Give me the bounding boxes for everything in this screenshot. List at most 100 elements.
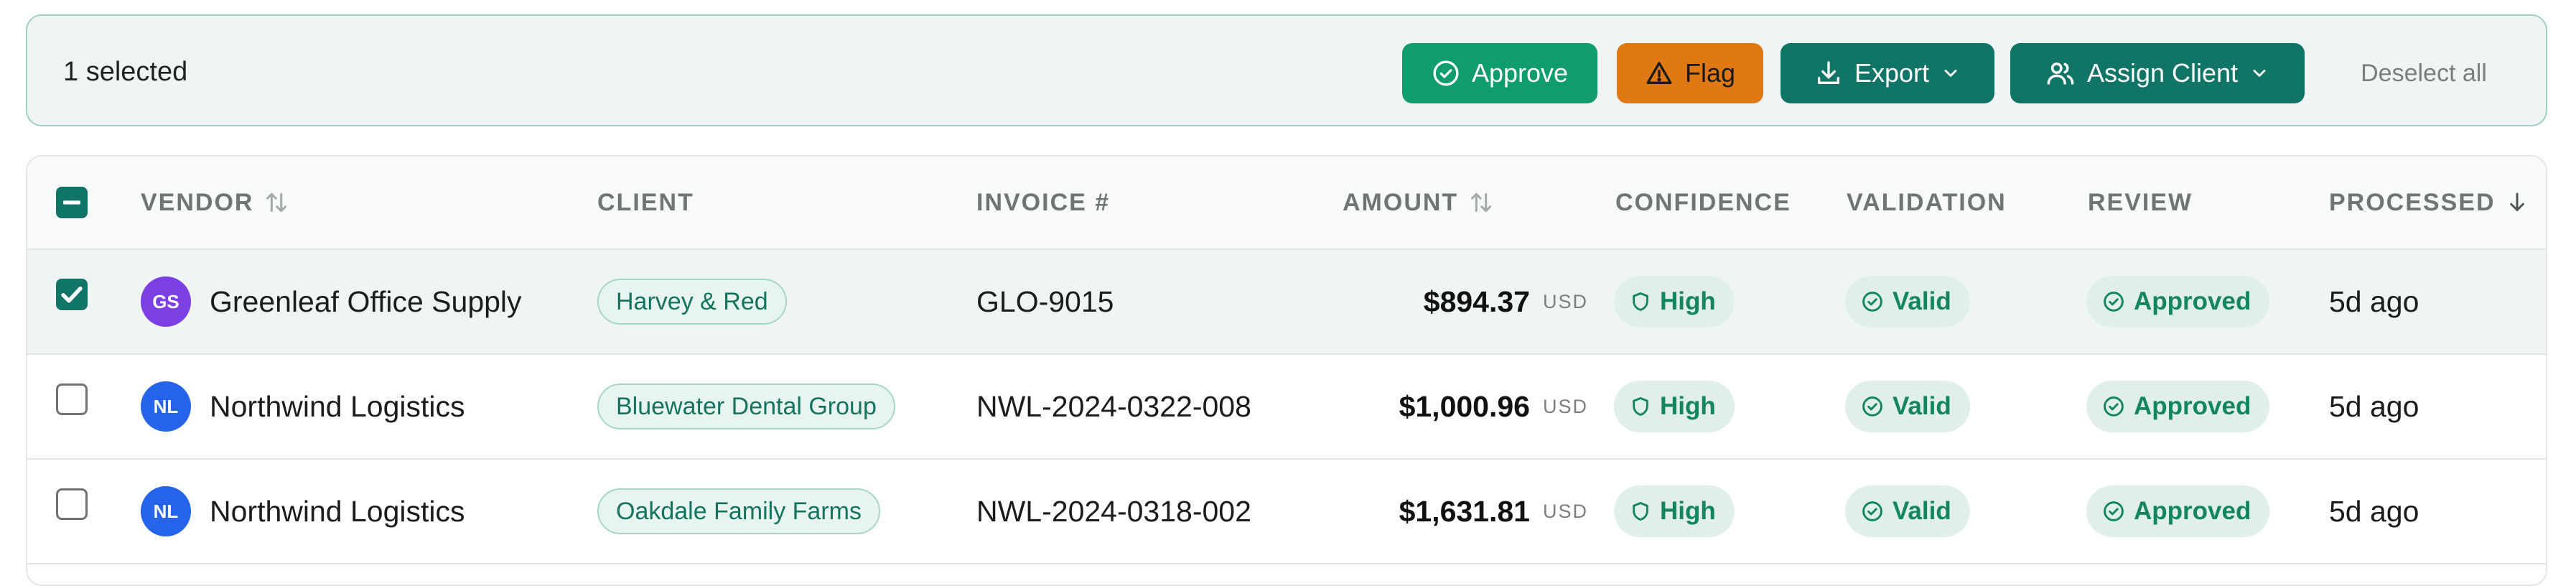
users-icon <box>2047 62 2074 85</box>
row-checkbox[interactable] <box>56 279 88 310</box>
column-label-validation: VALIDATION <box>1847 189 2007 216</box>
vendor-avatar: NL <box>141 381 191 432</box>
amount-currency: USD <box>1542 500 1588 522</box>
client-cell: Oakdale Family Farms <box>597 460 880 563</box>
column-header-review[interactable]: REVIEW <box>2088 157 2193 248</box>
deselect-all-button[interactable]: Deselect all <box>2316 43 2531 103</box>
validation-cell: Valid <box>1845 355 1970 458</box>
vendor-cell: GS Greenleaf Office Supply <box>141 250 522 353</box>
processed-cell: 5d ago <box>2329 250 2419 353</box>
column-label-invoice: INVOICE # <box>976 189 1111 216</box>
confidence-cell: High <box>1614 355 1735 458</box>
table-row[interactable]: NL Northwind Logistics Oakdale Family Farm… <box>27 460 2546 564</box>
client-tag[interactable]: Oakdale Family Farms <box>597 488 880 534</box>
column-header-amount[interactable]: AMOUNT <box>1343 157 1495 248</box>
column-label-vendor: VENDOR <box>141 189 254 216</box>
amount-value: $894.37 <box>1423 284 1530 318</box>
check-circle-icon <box>2104 396 2124 417</box>
processed-time: 5d ago <box>2329 494 2419 528</box>
invoice-cell: NWL-2024-0322-008 <box>976 355 1251 458</box>
client-tag[interactable]: Bluewater Dental Group <box>597 383 895 429</box>
column-label-review: REVIEW <box>2088 189 2193 216</box>
review-cell: Approved <box>2086 460 2270 563</box>
minus-icon <box>63 200 80 205</box>
client-tag[interactable]: Harvey & Red <box>597 279 787 325</box>
invoice-number: NWL-2024-0318-002 <box>976 494 1251 528</box>
column-label-client: CLIENT <box>597 189 694 216</box>
validation-label: Valid <box>1893 287 1951 315</box>
column-header-vendor[interactable]: VENDOR <box>141 157 291 248</box>
export-label: Export <box>1854 58 1930 88</box>
table-row[interactable]: GS Greenleaf Office Supply Harvey & Red GLO… <box>27 250 2546 355</box>
column-header-validation[interactable]: VALIDATION <box>1847 157 2007 248</box>
vendor-cell: NL Northwind Logistics <box>141 355 465 458</box>
invoice-cell: GLO-9015 <box>976 250 1114 353</box>
warning-triangle-icon <box>1646 62 1672 85</box>
approve-button[interactable]: Approve <box>1402 43 1597 103</box>
client-cell: Bluewater Dental Group <box>597 355 895 458</box>
invoice-number: NWL-2024-0322-008 <box>976 389 1251 423</box>
vendor-cell: NL Northwind Logistics <box>141 460 465 563</box>
processed-cell: 5d ago <box>2329 460 2419 563</box>
column-label-amount: AMOUNT <box>1343 189 1459 216</box>
validation-cell: Valid <box>1845 250 1970 353</box>
confidence-badge: High <box>1614 276 1735 327</box>
confidence-cell: High <box>1614 460 1735 563</box>
validation-badge: Valid <box>1845 276 1970 327</box>
vendor-avatar: GS <box>141 276 191 327</box>
export-button[interactable]: Export <box>1781 43 1994 103</box>
review-label: Approved <box>2134 392 2251 420</box>
confidence-label: High <box>1660 497 1716 525</box>
row-checkbox[interactable] <box>56 383 88 415</box>
row-checkbox[interactable] <box>56 488 88 520</box>
select-all-checkbox[interactable] <box>56 187 88 218</box>
amount-value: $1,631.81 <box>1399 494 1530 528</box>
checkmark-icon <box>61 287 83 303</box>
confidence-label: High <box>1660 287 1716 315</box>
selected-count: 1 selected <box>63 57 188 87</box>
shield-icon <box>1633 292 1648 311</box>
amount-cell: $894.37 USD <box>1291 250 1588 353</box>
flag-label: Flag <box>1684 58 1736 88</box>
column-header-confidence[interactable]: CONFIDENCE <box>1615 157 1791 248</box>
amount-cell: $1,000.96 USD <box>1291 355 1588 458</box>
column-header-client[interactable]: CLIENT <box>597 157 694 248</box>
processed-cell: 5d ago <box>2329 355 2419 458</box>
validation-badge: Valid <box>1845 381 1970 432</box>
confidence-badge: High <box>1614 485 1735 537</box>
chevron-down-icon <box>2253 70 2266 77</box>
validation-label: Valid <box>1893 392 1951 420</box>
vendor-name: Greenleaf Office Supply <box>210 284 522 318</box>
column-header-processed[interactable]: PROCESSED <box>2329 157 2530 248</box>
amount-value: $1,000.96 <box>1399 389 1530 423</box>
sort-arrows-icon <box>266 192 287 213</box>
client-cell: Harvey & Red <box>597 250 787 353</box>
review-label: Approved <box>2134 497 2251 525</box>
check-circle-icon <box>2104 292 2124 312</box>
validation-cell: Valid <box>1845 460 1970 563</box>
review-badge: Approved <box>2086 485 2270 537</box>
vendor-name: Northwind Logistics <box>210 494 465 528</box>
flag-button[interactable]: Flag <box>1617 43 1763 103</box>
sort-arrows-icon <box>1471 192 1492 213</box>
review-cell: Approved <box>2086 250 2270 353</box>
column-header-invoice[interactable]: INVOICE # <box>976 157 1110 248</box>
table-row[interactable]: NL Northwind Logistics Bluewater Dental Gr… <box>27 355 2546 460</box>
amount-currency: USD <box>1542 395 1588 417</box>
invoice-number: GLO-9015 <box>976 284 1114 318</box>
assign-client-button[interactable]: Assign Client <box>2010 43 2305 103</box>
confidence-label: High <box>1660 392 1716 420</box>
invoice-cell: NWL-2024-0318-002 <box>976 460 1251 563</box>
processed-time: 5d ago <box>2329 389 2419 423</box>
download-icon <box>1817 61 1839 85</box>
table-header: VENDOR CLIENT INVOICE # AMOUNT CONFIDENC… <box>27 157 2546 250</box>
review-badge: Approved <box>2086 276 2270 327</box>
check-circle-icon <box>1433 60 1459 86</box>
check-circle-icon <box>1862 396 1882 417</box>
check-circle-icon <box>1862 292 1882 312</box>
check-circle-icon <box>2104 501 2124 521</box>
amount-cell: $1,631.81 USD <box>1291 460 1588 563</box>
processed-time: 5d ago <box>2329 284 2419 318</box>
deselect-all-label: Deselect all <box>2361 59 2487 87</box>
column-label-confidence: CONFIDENCE <box>1615 189 1791 216</box>
